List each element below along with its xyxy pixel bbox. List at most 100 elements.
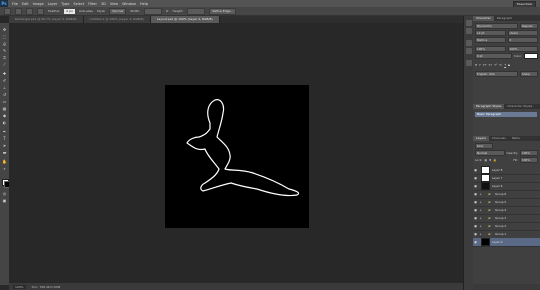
clone-stamp-tool-icon[interactable]: ⊥ (2, 85, 7, 90)
text-color-swatch[interactable] (524, 52, 538, 59)
faux-italic-icon[interactable]: T (479, 63, 481, 67)
visibility-eye-icon[interactable]: ● (473, 208, 478, 212)
opacity-input[interactable]: 100% (520, 149, 538, 156)
kerning-select[interactable]: Metrics (475, 36, 506, 43)
tab-untitled[interactable]: Untitled-1 @ 100% (Layer 4, RGB/8) (83, 16, 151, 23)
menu-filter[interactable]: Filter (88, 2, 97, 6)
width-input[interactable] (144, 7, 163, 15)
feather-input[interactable]: 0 px (64, 8, 75, 14)
eyedropper-tool-icon[interactable]: ⁄ (2, 62, 7, 67)
dodge-tool-icon[interactable]: ◐ (2, 120, 7, 125)
menu-image[interactable]: Image (33, 2, 44, 6)
lock-pixels-icon[interactable]: ▦ (484, 158, 487, 162)
paragraph-panel-icon[interactable] (466, 48, 472, 54)
tab-paths[interactable]: Paths (509, 136, 523, 141)
visibility-eye-icon[interactable]: ● (473, 232, 478, 236)
vertical-scale-input[interactable]: 100% (475, 45, 506, 52)
antialias-method-select[interactable]: Sharp (520, 70, 538, 77)
add-selection-mode-icon[interactable] (26, 7, 33, 15)
tab-layers[interactable]: Layers (473, 136, 489, 141)
tab-layout[interactable]: Layout.psd @ 100% (Layer 4, RGB/8) (150, 16, 220, 23)
tab-paragraph[interactable]: Paragraph (494, 16, 515, 21)
font-style-select[interactable]: Regular (520, 22, 538, 29)
menu-3d[interactable]: 3D (101, 2, 106, 6)
antialias-checkbox[interactable]: Anti-alias (79, 9, 93, 13)
pen-tool-icon[interactable]: ✒ (2, 129, 7, 134)
visibility-eye-icon[interactable]: ● (473, 216, 478, 220)
lasso-tool-icon[interactable]: ϱ (2, 41, 7, 46)
document-canvas[interactable] (165, 85, 309, 228)
menu-select[interactable]: Select (73, 2, 84, 6)
underline-icon[interactable]: T (504, 63, 506, 67)
expand-caret-icon[interactable]: ▸ (480, 224, 483, 228)
horizontal-scale-input[interactable]: 100% (507, 45, 538, 52)
menu-type[interactable]: Type (61, 2, 69, 6)
visibility-eye-icon[interactable]: ● (473, 176, 478, 180)
screen-mode-icon[interactable]: ▣ (2, 198, 7, 203)
small-caps-icon[interactable]: Tт (489, 63, 493, 67)
font-size-input[interactable]: 12 pt (475, 29, 506, 36)
tab-character-styles[interactable]: Character Styles (504, 104, 535, 109)
hand-tool-icon[interactable]: ✋ (2, 159, 7, 164)
type-tool-icon[interactable]: T (2, 136, 7, 141)
quick-mask-icon[interactable]: ◎ (2, 191, 7, 196)
eraser-tool-icon[interactable]: ▭ (2, 99, 7, 104)
path-select-tool-icon[interactable]: ➤ (2, 143, 7, 148)
paragraph-style-item[interactable]: Basic Paragraph (475, 112, 537, 117)
subscript-icon[interactable]: T₁ (499, 63, 502, 67)
style-select[interactable]: Normal (109, 7, 127, 15)
all-caps-icon[interactable]: TT (483, 63, 487, 67)
properties-panel-icon[interactable] (466, 28, 472, 34)
swatches-panel-icon[interactable] (466, 60, 472, 66)
visibility-eye-icon[interactable]: ● (473, 224, 478, 228)
expand-caret-icon[interactable]: ▸ (480, 192, 483, 196)
zoom-level[interactable]: 100% (13, 284, 26, 289)
tracking-input[interactable]: 0 (507, 36, 538, 43)
tab-character[interactable]: Character (473, 16, 494, 21)
blend-mode-select[interactable]: Normal (475, 149, 505, 156)
visibility-eye-icon[interactable]: ● (473, 200, 478, 204)
layer-filter-select[interactable]: Kind (475, 142, 493, 149)
crop-tool-icon[interactable]: ⌗ (2, 55, 7, 60)
tab-rectangle[interactable]: Rectangle.psd @ 66.7% (Layer 4, RGB/8) (9, 16, 84, 23)
visibility-eye-icon[interactable]: ● (473, 168, 478, 172)
menu-window[interactable]: Window (122, 2, 136, 6)
faux-bold-icon[interactable]: T (475, 63, 477, 67)
swap-icon[interactable]: ⇄ (166, 9, 169, 13)
brush-tool-icon[interactable]: ✐ (2, 78, 7, 83)
new-selection-mode-icon[interactable] (15, 7, 22, 15)
tab-paragraph-styles[interactable]: Paragraph Styles (473, 104, 505, 109)
lock-all-icon[interactable]: 🔒 (493, 158, 496, 162)
strikethrough-icon[interactable]: T (508, 63, 510, 67)
menu-help[interactable]: Help (140, 2, 148, 6)
expand-caret-icon[interactable]: ▸ (480, 216, 483, 220)
menu-layer[interactable]: Layer (48, 2, 58, 6)
move-tool-icon[interactable]: ✥ (2, 27, 7, 32)
leading-input[interactable]: (Auto) (507, 29, 538, 36)
layer-row-selected[interactable]: ● Layer 0 (473, 238, 540, 247)
visibility-eye-icon[interactable]: ● (473, 192, 478, 196)
lock-position-icon[interactable]: ✥ (489, 158, 491, 162)
healing-brush-tool-icon[interactable]: ✚ (2, 71, 7, 76)
quick-select-tool-icon[interactable]: ✎ (2, 48, 7, 53)
baseline-shift-input[interactable]: 0 pt (475, 52, 512, 59)
gradient-tool-icon[interactable]: ▦ (2, 106, 7, 111)
visibility-eye-icon[interactable]: ● (473, 184, 478, 188)
superscript-icon[interactable]: T¹ (494, 63, 497, 67)
refine-edge-button[interactable]: Refine Edge... (209, 7, 237, 15)
expand-caret-icon[interactable]: ▸ (480, 200, 483, 204)
height-input[interactable] (187, 7, 206, 15)
character-panel-icon[interactable] (466, 40, 472, 46)
fill-input[interactable]: 100% (520, 156, 538, 163)
tool-preset-picker[interactable] (4, 7, 11, 15)
blur-tool-icon[interactable]: ◆ (2, 113, 7, 118)
menu-view[interactable]: View (110, 2, 118, 6)
subtract-selection-mode-icon[interactable] (37, 7, 44, 15)
font-family-select[interactable]: Myriad Pro (475, 22, 518, 29)
tab-channels[interactable]: Channels (489, 136, 509, 141)
history-panel-icon[interactable] (466, 20, 472, 26)
marquee-tool-icon[interactable]: ⬚ (2, 34, 7, 39)
menu-edit[interactable]: Edit (22, 2, 29, 6)
visibility-eye-icon[interactable]: ● (473, 240, 478, 244)
menu-file[interactable]: File (12, 2, 18, 6)
